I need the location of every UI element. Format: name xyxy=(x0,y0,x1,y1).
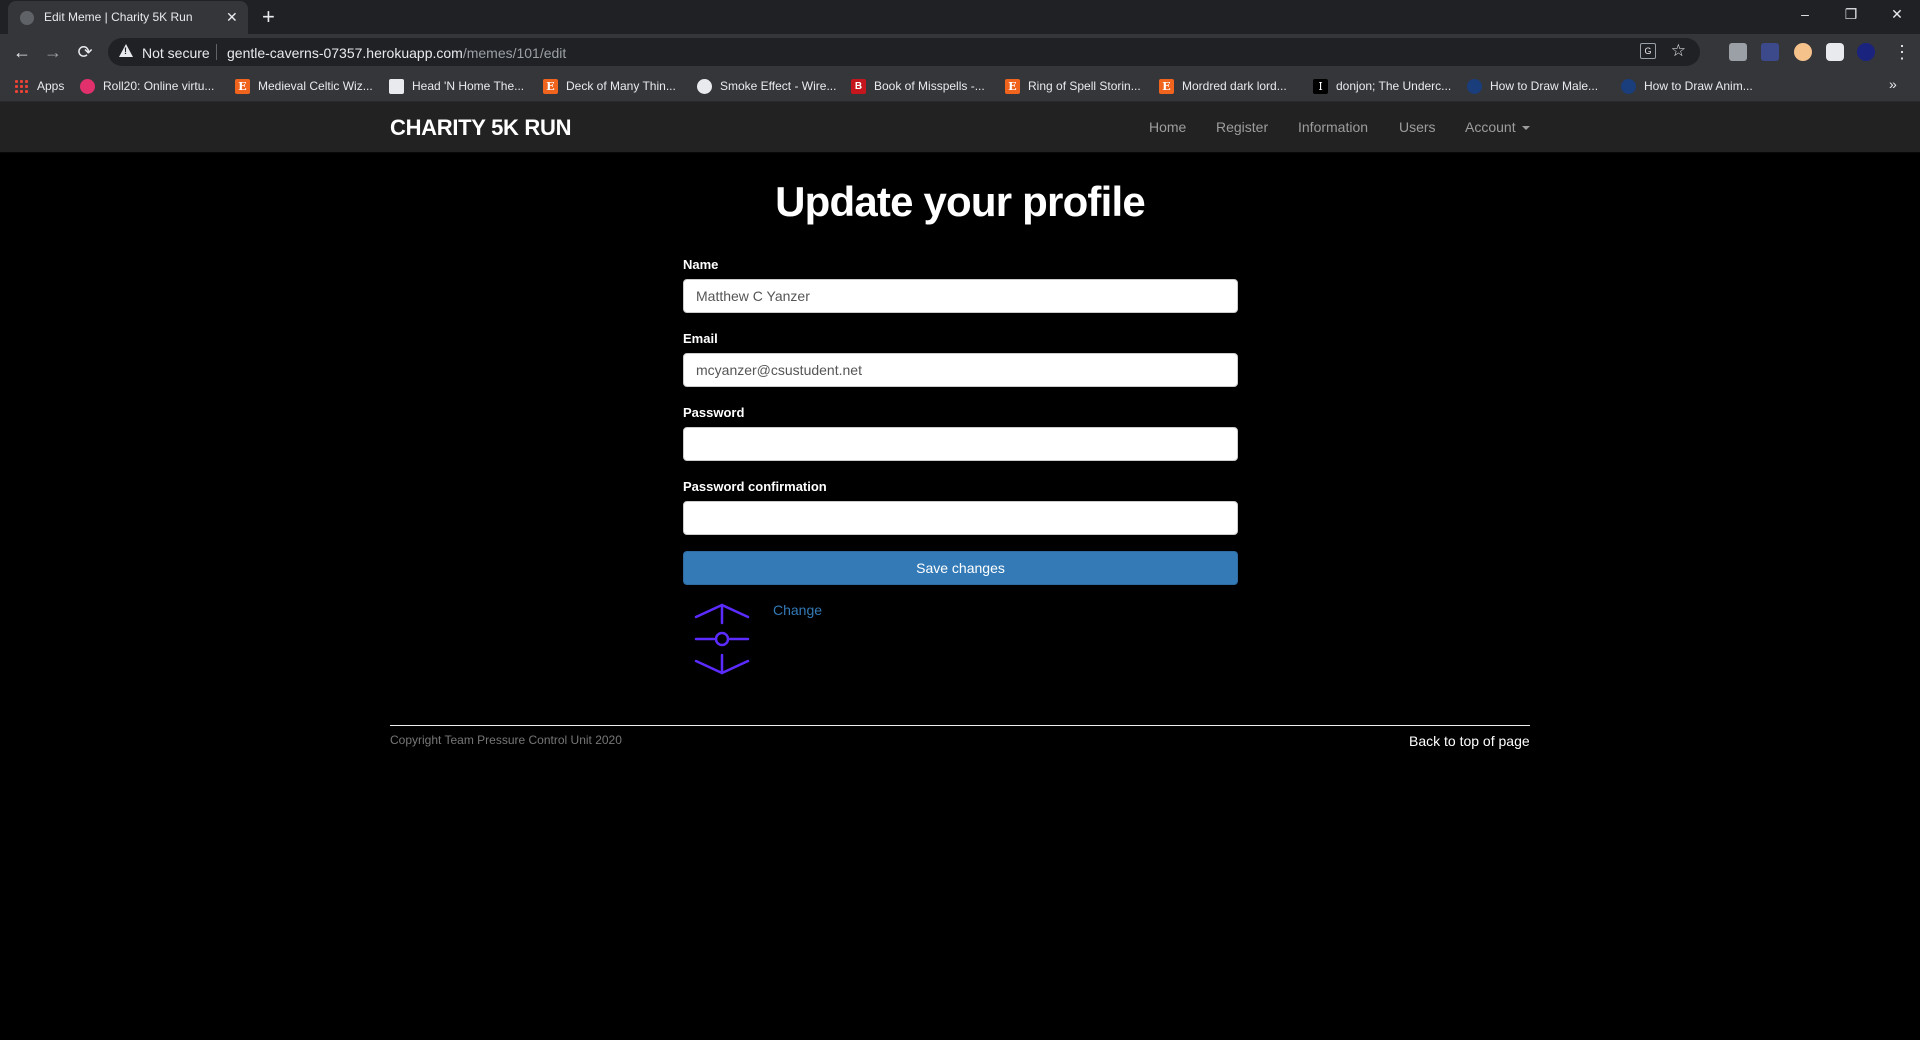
back-to-top-link[interactable]: Back to top of page xyxy=(1409,733,1530,749)
bookmark-item[interactable]: Roll20: Online virtu... xyxy=(80,70,214,102)
footer-copyright: Copyright Team Pressure Control Unit 202… xyxy=(390,733,622,747)
save-changes-button[interactable]: Save changes xyxy=(683,551,1238,585)
reload-icon[interactable]: ⟳ xyxy=(72,40,98,64)
bookmark-item[interactable]: Idonjon; The Underc... xyxy=(1313,70,1451,102)
address-bar[interactable]: Not secure gentle-caverns-07357.herokuap… xyxy=(108,38,1700,66)
globe-icon xyxy=(20,11,34,25)
book-icon: B xyxy=(851,78,866,94)
browser-toolbar: ← → ⟳ Not secure gentle-caverns-07357.he… xyxy=(0,34,1920,70)
minimize-icon[interactable]: – xyxy=(1791,4,1819,24)
name-field[interactable] xyxy=(683,279,1238,313)
bookmark-item[interactable]: How to Draw Male... xyxy=(1467,70,1598,102)
security-label[interactable]: Not secure xyxy=(142,45,210,61)
bookmark-item[interactable]: E Medieval Celtic Wiz... xyxy=(235,70,373,102)
browser-tab-strip: Edit Meme | Charity 5K Run ✕ + – ❐ ✕ xyxy=(0,0,1920,34)
warning-icon[interactable] xyxy=(119,44,133,57)
omnibox-separator xyxy=(216,44,217,60)
roll20-icon xyxy=(80,78,95,94)
extension-icon-3[interactable] xyxy=(1794,43,1812,61)
nav-home[interactable]: Home xyxy=(1149,119,1186,135)
footer-divider xyxy=(390,725,1530,726)
nav-account-dropdown[interactable]: Account xyxy=(1465,119,1530,135)
globe-icon xyxy=(1621,78,1636,94)
donjon-icon: I xyxy=(1313,78,1328,94)
url-text[interactable]: gentle-caverns-07357.herokuapp.com/memes… xyxy=(227,45,566,61)
restore-icon[interactable]: ❐ xyxy=(1837,4,1865,24)
browser-tab[interactable]: Edit Meme | Charity 5K Run ✕ xyxy=(8,1,248,34)
bookmark-item[interactable]: How to Draw Anim... xyxy=(1621,70,1753,102)
etsy-icon: E xyxy=(1005,78,1020,94)
bookmark-item[interactable]: E Mordred dark lord... xyxy=(1159,70,1287,102)
page-title: Update your profile xyxy=(775,178,1146,225)
name-label: Name xyxy=(683,257,719,272)
bookmark-item[interactable]: E Ring of Spell Storin... xyxy=(1005,70,1141,102)
email-label: Email xyxy=(683,331,718,346)
gravatar-image xyxy=(694,603,750,675)
bookmark-item[interactable]: Smoke Effect - Wire... xyxy=(697,70,836,102)
password-label: Password xyxy=(683,405,745,420)
browser-menu-icon[interactable]: ⋮ xyxy=(1893,41,1911,63)
url-host: gentle-caverns-07357.herokuapp.com xyxy=(227,45,463,61)
extension-icon-1[interactable] xyxy=(1729,43,1747,61)
apps-grid-icon xyxy=(14,78,29,94)
back-icon[interactable]: ← xyxy=(9,40,35,64)
nav-users[interactable]: Users xyxy=(1399,119,1436,135)
tab-title: Edit Meme | Charity 5K Run xyxy=(44,10,193,24)
site-navbar: CHARITY 5K RUN Home Register Information… xyxy=(0,102,1920,153)
profile-avatar[interactable] xyxy=(1857,43,1875,61)
globe-icon xyxy=(1467,78,1482,94)
bookmark-item[interactable]: B Book of Misspells -... xyxy=(851,70,985,102)
bookmark-item[interactable]: Head 'N Home The... xyxy=(389,70,524,102)
email-field[interactable] xyxy=(683,353,1238,387)
password-confirmation-label: Password confirmation xyxy=(683,479,827,494)
bookmark-item[interactable]: E Deck of Many Thin... xyxy=(543,70,676,102)
nav-information[interactable]: Information xyxy=(1298,119,1368,135)
change-avatar-link[interactable]: Change xyxy=(773,602,822,618)
site-brand[interactable]: CHARITY 5K RUN xyxy=(390,115,572,141)
close-window-icon[interactable]: ✕ xyxy=(1883,4,1911,24)
nav-register[interactable]: Register xyxy=(1216,119,1268,135)
extension-icon-2[interactable] xyxy=(1761,43,1779,61)
bookmarks-bar: Apps Roll20: Online virtu... E Medieval C… xyxy=(0,70,1920,102)
password-confirmation-field[interactable] xyxy=(683,501,1238,535)
bookmark-site-icon xyxy=(389,78,404,94)
password-field[interactable] xyxy=(683,427,1238,461)
forward-icon[interactable]: → xyxy=(40,40,66,64)
tab-close-icon[interactable]: ✕ xyxy=(226,9,238,25)
new-tab-button[interactable]: + xyxy=(262,4,275,30)
bookmark-star-icon[interactable]: ☆ xyxy=(1671,41,1686,61)
smoke-icon xyxy=(697,78,712,94)
bookmark-apps[interactable]: Apps xyxy=(14,70,64,102)
url-path: /memes/101/edit xyxy=(462,45,567,61)
etsy-icon: E xyxy=(543,78,558,94)
etsy-icon: E xyxy=(1159,78,1174,94)
puzzle-icon[interactable] xyxy=(1826,43,1844,61)
bookmarks-overflow-icon[interactable]: » xyxy=(1889,76,1897,92)
etsy-icon: E xyxy=(235,78,250,94)
nav-account-label: Account xyxy=(1465,119,1516,135)
caret-down-icon xyxy=(1521,126,1530,131)
translate-icon[interactable]: G xyxy=(1640,43,1656,59)
